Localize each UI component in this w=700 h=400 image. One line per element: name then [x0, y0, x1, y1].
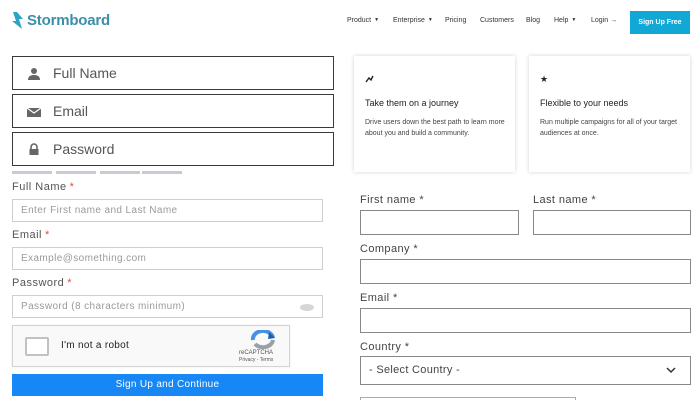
country-select[interactable]: - Select Country -: [360, 356, 691, 385]
chevron-down-icon: [666, 367, 676, 374]
caret-down-icon: ▼: [374, 17, 380, 23]
company-label: Company *: [360, 243, 419, 255]
last-name-input[interactable]: [533, 210, 691, 235]
progress-segment: [142, 171, 182, 174]
email-placeholder: Example@something.com: [21, 253, 147, 264]
full-name-icon-field[interactable]: Full Name: [12, 56, 334, 90]
nav-help[interactable]: Help ▼: [554, 17, 576, 24]
full-name-input[interactable]: Enter First name and Last Name: [12, 199, 323, 222]
nav-login[interactable]: Login →: [591, 17, 617, 24]
nav-blog[interactable]: Blog: [526, 17, 540, 24]
caret-down-icon: ▼: [571, 17, 577, 23]
recaptcha-terms[interactable]: Privacy - Terms: [239, 357, 273, 363]
user-icon: [28, 68, 40, 80]
feature-card-title: Take them on a journey: [365, 98, 459, 108]
nav-customers[interactable]: Customers: [480, 17, 514, 24]
feature-card-flexible: ★ Flexible to your needs Run multiple ca…: [529, 56, 690, 172]
recaptcha-logo-icon: [250, 330, 275, 350]
password-icon-field-label: Password: [53, 141, 115, 157]
feature-card-title: Flexible to your needs: [540, 98, 629, 108]
lock-icon: [29, 143, 39, 155]
feature-card-desc: Run multiple campaigns for all of your t…: [540, 119, 677, 137]
caret-down-icon: ▼: [427, 17, 433, 23]
progress-segment: [56, 171, 96, 174]
progress-segment: [100, 171, 140, 174]
progress-segment: [12, 171, 52, 174]
password-icon-field[interactable]: Password: [12, 132, 334, 166]
recaptcha-widget: I'm not a robot reCAPTCHA Privacy - Term…: [12, 325, 290, 367]
star-icon: ★: [540, 74, 549, 84]
nav-enterprise[interactable]: Enterprise ▼: [393, 17, 433, 24]
nav-product[interactable]: Product ▼: [347, 17, 379, 24]
password-label: Password *: [12, 277, 73, 289]
eye-icon[interactable]: [300, 304, 314, 311]
recaptcha-label: I'm not a robot: [61, 340, 130, 351]
company-input[interactable]: [360, 259, 691, 284]
email-label-right: Email *: [360, 292, 398, 304]
full-name-label: Full Name *: [12, 181, 75, 193]
email-icon-field-label: Email: [53, 103, 89, 119]
last-name-label: Last name *: [533, 194, 597, 206]
recaptcha-brand: reCAPTCHA: [239, 350, 274, 356]
feature-card-journey: Take them on a journey Drive users down …: [354, 56, 515, 172]
email-label: Email *: [12, 229, 50, 241]
sign-up-free-button[interactable]: Sign Up Free: [630, 11, 690, 34]
first-name-label: First name *: [360, 194, 425, 206]
country-select-value: - Select Country -: [369, 364, 460, 376]
full-name-icon-field-label: Full Name: [53, 65, 117, 81]
email-icon-field[interactable]: Email: [12, 94, 334, 128]
sign-up-continue-button[interactable]: Sign Up and Continue: [12, 374, 323, 396]
country-label: Country *: [360, 341, 410, 353]
envelope-icon: [27, 107, 41, 117]
feature-card-desc: Drive users down the best path to learn …: [365, 119, 505, 137]
email-input-right[interactable]: [360, 308, 691, 333]
password-placeholder: Password (8 characters minimum): [21, 301, 186, 312]
main-nav: Product ▼ Enterprise ▼ Pricing Customers B…: [0, 17, 700, 29]
email-input[interactable]: Example@something.com: [12, 247, 323, 270]
chart-trend-icon: [365, 74, 374, 85]
nav-pricing[interactable]: Pricing: [445, 17, 466, 24]
site-header: Stormboard Product ▼ Enterprise ▼ Pricing …: [0, 0, 700, 46]
first-name-input[interactable]: [360, 210, 519, 235]
full-name-placeholder: Enter First name and Last Name: [21, 205, 178, 216]
password-input[interactable]: Password (8 characters minimum): [12, 295, 323, 318]
recaptcha-checkbox[interactable]: [25, 337, 49, 356]
